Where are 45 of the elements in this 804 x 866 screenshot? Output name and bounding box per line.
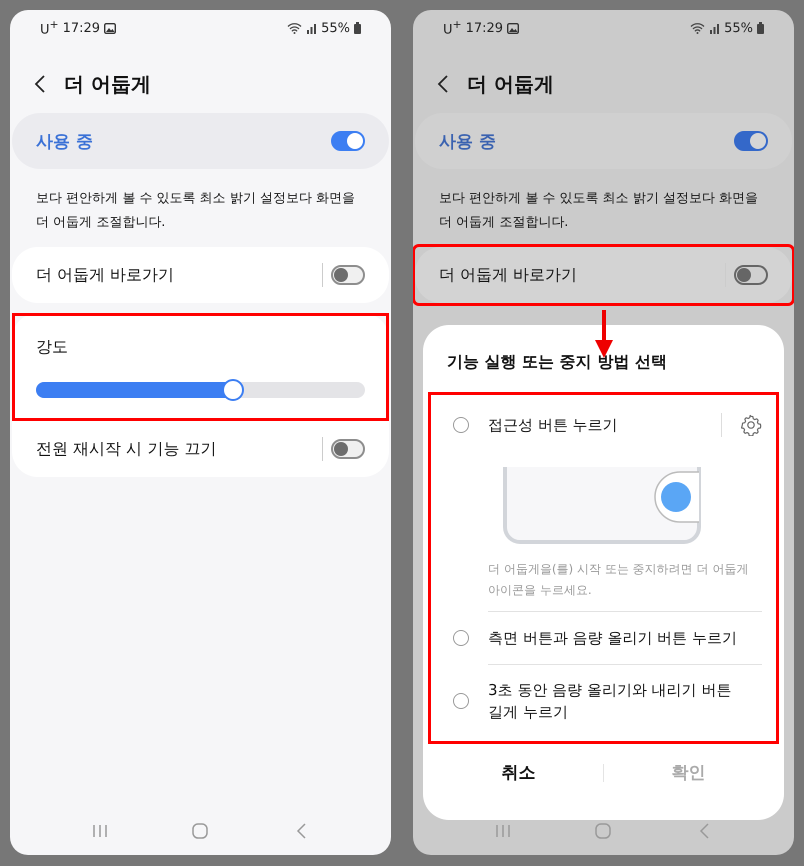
signal-icon (306, 22, 318, 34)
option-label[interactable]: 측면 버튼과 음량 올리기 버튼 누르기 (488, 627, 762, 649)
chevron-icon (437, 75, 449, 93)
slider-thumb[interactable] (222, 379, 244, 401)
battery-percent: 55% (724, 20, 753, 36)
description-text: 보다 편안하게 볼 수 있도록 최소 밝기 설정보다 화면을 더 어둡게 조절합니다. (35, 190, 356, 232)
dialog-title: 기능 실행 또는 중지 방법 선택 (446, 351, 668, 373)
toggle-switch[interactable] (331, 439, 365, 459)
status-time: 17:29 (466, 20, 504, 36)
page-title: 더 어둡게 (467, 70, 554, 98)
home-icon[interactable] (192, 823, 208, 839)
back-icon[interactable] (296, 823, 306, 839)
radio-button[interactable] (453, 630, 469, 646)
switch-label[interactable]: 사용 중 (439, 130, 734, 152)
option-label[interactable]: 3초 동안 음량 올리기와 내리기 버튼 길게 누르기 (488, 679, 762, 723)
setting-label[interactable]: 더 어둡게 바로가기 (36, 264, 322, 286)
carrier-label: U$^{+}$ (40, 18, 59, 38)
wifi-icon (690, 22, 706, 34)
signal-icon (709, 22, 720, 34)
toggle-switch[interactable] (734, 131, 768, 151)
switch-label[interactable]: 사용 중 (36, 130, 331, 152)
page-title: 더 어둡게 (64, 70, 151, 98)
recent-apps-icon[interactable] (92, 824, 108, 838)
battery-percent: 55% (321, 20, 350, 36)
radio-button[interactable] (453, 417, 469, 433)
wifi-icon (287, 22, 302, 34)
settings-icon[interactable] (740, 414, 762, 436)
toggle-switch[interactable] (331, 131, 365, 151)
description-text: 보다 편안하게 볼 수 있도록 최소 밝기 설정보다 화면을 더 어둡게 조절합니다. (438, 190, 760, 232)
radio-button[interactable] (453, 693, 469, 709)
battery-icon (354, 22, 361, 34)
option-label[interactable]: 접근성 버튼 누르기 (488, 414, 703, 436)
carrier-label: U$^{+}$ (443, 18, 462, 38)
setting-label[interactable]: 전원 재시작 시 기능 끄기 (36, 438, 322, 460)
toggle-switch[interactable] (734, 265, 768, 285)
hint-text: 더 어둡게을(를) 시작 또는 중지하려면 더 어둡게 아이콘을 누르세요. (487, 561, 750, 599)
setting-label[interactable]: 더 어둡게 바로가기 (439, 264, 725, 286)
status-time: 17:29 (62, 20, 100, 36)
chevron-icon (34, 75, 46, 93)
battery-icon (757, 22, 764, 34)
toggle-switch[interactable] (331, 265, 365, 285)
slider-label: 강도 (36, 337, 69, 358)
image-icon (507, 22, 520, 34)
image-icon (104, 22, 116, 34)
dialog-button[interactable]: 취소 (488, 755, 550, 790)
